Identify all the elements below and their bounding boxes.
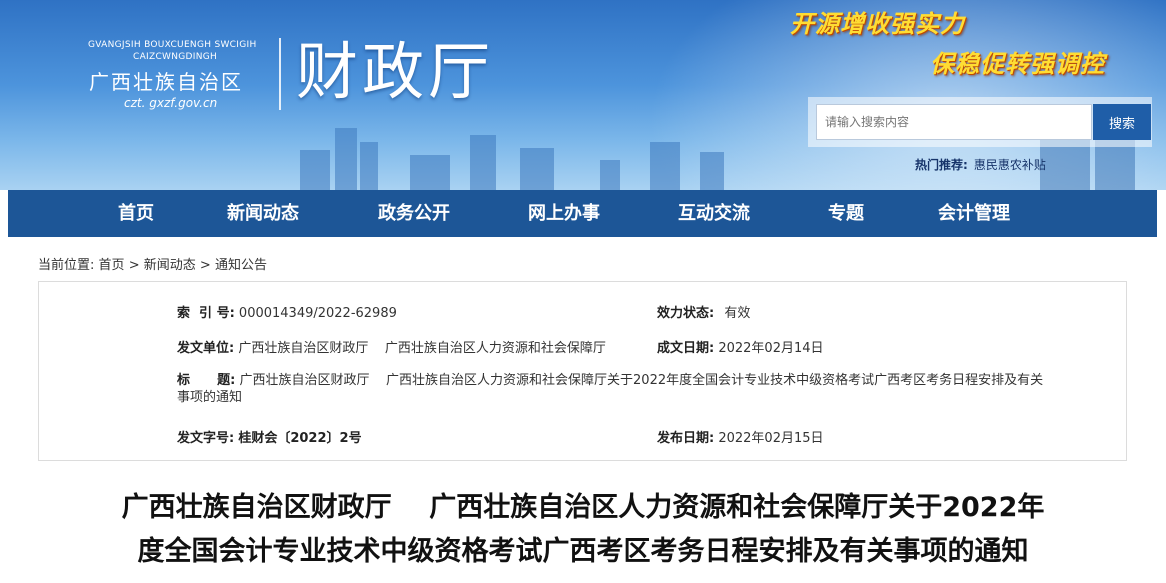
meta-published-value: 2022年02月15日 [718,431,824,446]
search-button[interactable]: 搜索 [1093,104,1151,140]
header-banner: GVANGJSIH BOUXCUENGH SWCIGIH CAIZCWNGDIN… [0,0,1166,190]
meta-index-label: 索 引 号: [177,306,235,321]
search-input[interactable] [816,104,1092,140]
breadcrumb-separator: > [128,258,140,273]
meta-docno: 发文字号: 桂财会〔2022〕2号 [177,427,362,446]
article-title-line1: 广西壮族自治区财政厅 广西壮族自治区人力资源和社会保障厅关于2022年 [121,492,1045,523]
meta-docno-value: 桂财会〔2022〕2号 [238,431,362,446]
meta-issuer: 发文单位: 广西壮族自治区财政厅 广西壮族自治区人力资源和社会保障厅 [177,337,606,356]
nav-item-gov-affairs[interactable]: 政务公开 [378,190,450,237]
slogan-2: 保稳促转强调控 [930,50,1105,78]
site-logo-title[interactable]: 财政厅 [296,36,494,108]
breadcrumb-home[interactable]: 首页 [99,258,125,273]
meta-created-value: 2022年02月14日 [718,341,824,356]
breadcrumb: 当前位置: 首页 > 新闻动态 > 通知公告 [38,254,267,273]
meta-status-label: 效力状态: [657,306,715,321]
meta-title-value-line2: 事项的通知 [177,390,243,405]
meta-published: 发布日期: 2022年02月15日 [657,427,824,446]
nav-item-home[interactable]: 首页 [118,190,154,237]
main-nav: 首页 新闻动态 政务公开 网上办事 互动交流 专题 会计管理 [8,190,1157,237]
hot-recommend: 热门推荐: 惠民惠农补贴 [915,156,1046,173]
nav-item-online-services[interactable]: 网上办事 [528,190,600,237]
meta-title: 标 题: 广西壮族自治区财政厅 广西壮族自治区人力资源和社会保障厅关于2022年… [177,372,1117,406]
breadcrumb-separator: > [199,258,211,273]
meta-issuer-value: 广西壮族自治区财政厅 广西壮族自治区人力资源和社会保障厅 [238,341,606,356]
hot-recommend-label: 热门推荐: [915,158,968,172]
slogan-1: 开源增收强实力 [790,10,965,38]
nav-item-accounting[interactable]: 会计管理 [938,190,1010,237]
breadcrumb-notices[interactable]: 通知公告 [215,258,267,273]
meta-index: 索 引 号: 000014349/2022-62989 [177,302,397,321]
meta-docno-label: 发文字号: [177,431,235,446]
breadcrumb-news[interactable]: 新闻动态 [144,258,196,273]
meta-created: 成文日期: 2022年02月14日 [657,337,824,356]
meta-title-label: 标 题: [177,373,236,388]
hot-link-huimin[interactable]: 惠民惠农补贴 [974,158,1046,172]
meta-created-label: 成文日期: [657,341,715,356]
meta-published-label: 发布日期: [657,431,715,446]
logo-english-line1: GVANGJSIH BOUXCUENGH SWCIGIH [88,40,257,50]
article-title-line2: 度全国会计专业技术中级资格考试广西考区考务日程安排及有关事项的通知 [137,536,1029,567]
article-title: 广西壮族自治区财政厅 广西壮族自治区人力资源和社会保障厅关于2022年 度全国会… [0,486,1166,574]
nav-item-topics[interactable]: 专题 [828,190,864,237]
meta-index-value: 000014349/2022-62989 [238,306,397,321]
logo-url: czt. gxzf.gov.cn [124,96,218,110]
nav-item-news[interactable]: 新闻动态 [227,190,299,237]
meta-issuer-label: 发文单位: [177,341,235,356]
logo-chinese-region: 广西壮族自治区 [89,70,243,94]
meta-title-value-line1: 广西壮族自治区财政厅 广西壮族自治区人力资源和社会保障厅关于2022年度全国会计… [239,373,1044,388]
meta-status-value: 有效 [724,306,751,321]
nav-item-interaction[interactable]: 互动交流 [678,190,750,237]
meta-status: 效力状态: 有效 [657,302,750,321]
breadcrumb-prefix: 当前位置: [38,258,95,273]
document-meta-box: 索 引 号: 000014349/2022-62989 效力状态: 有效 发文单… [38,281,1127,461]
logo-divider [279,38,281,110]
logo-english-line2: CAIZCWNGDINGH [133,52,218,62]
